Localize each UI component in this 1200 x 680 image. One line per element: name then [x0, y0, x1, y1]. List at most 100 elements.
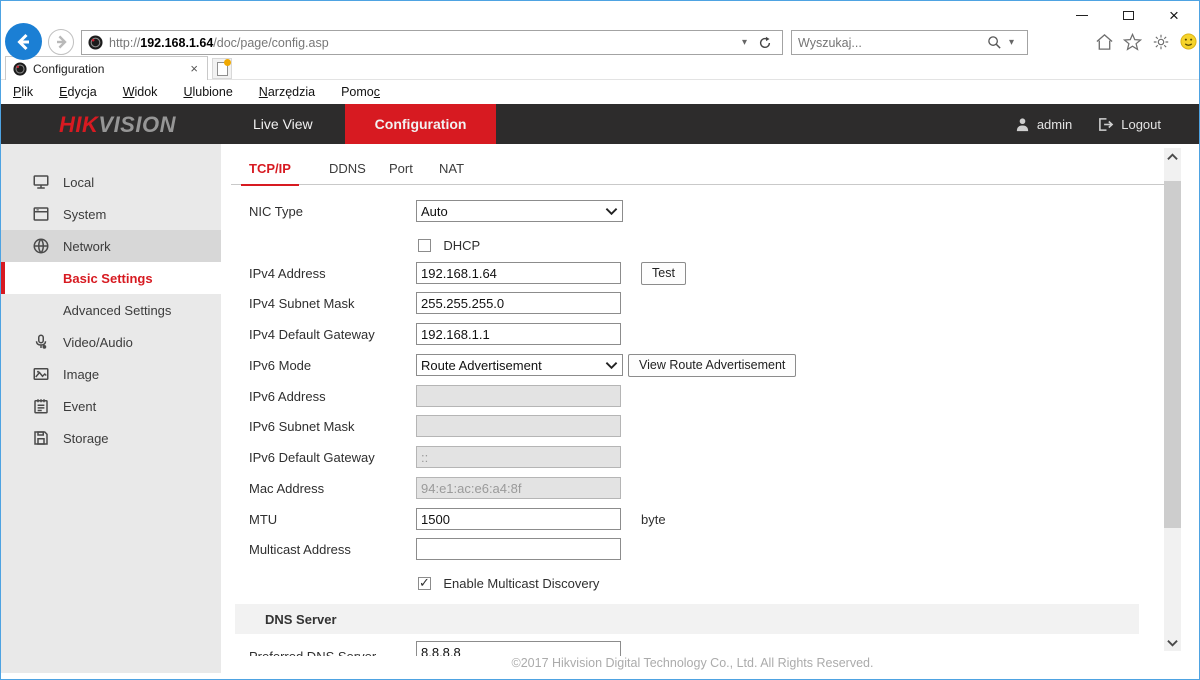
multicast-discovery-checkbox[interactable] [418, 577, 431, 590]
back-button[interactable] [5, 23, 42, 60]
menu-narzedzia[interactable]: Narzędzia [259, 85, 315, 99]
maximize-icon [1123, 11, 1134, 20]
feedback-button[interactable] [1179, 32, 1198, 51]
menu-plik[interactable]: Plik [13, 85, 33, 99]
sidebar-item-video-audio[interactable]: Video/Audio [1, 326, 221, 358]
sidebar-item-storage[interactable]: Storage [1, 422, 221, 454]
ipv4-address-input[interactable] [416, 262, 621, 284]
menu-widok[interactable]: Widok [123, 85, 158, 99]
settings-button[interactable] [1151, 32, 1170, 51]
menu-edycja[interactable]: Edycja [59, 85, 97, 99]
image-icon [31, 364, 51, 384]
forward-arrow-icon [53, 34, 69, 50]
row-multicast-discovery: Enable Multicast Discovery [221, 571, 1164, 595]
home-button[interactable] [1095, 32, 1114, 51]
ipv6-mode-select[interactable]: Route Advertisement [416, 354, 623, 376]
ipv6-gateway-input [416, 446, 621, 468]
gear-icon [1152, 33, 1170, 51]
nic-type-select[interactable]: Auto [416, 200, 623, 222]
row-ipv6-address: IPv6 Address [221, 384, 1164, 408]
multicast-input[interactable] [416, 538, 621, 560]
search-box[interactable]: ▾ [791, 30, 1028, 55]
back-arrow-icon [14, 32, 34, 52]
row-ipv4-gateway: IPv4 Default Gateway [221, 322, 1164, 346]
menu-ulubione[interactable]: Ulubione [183, 85, 232, 99]
star-icon [1123, 33, 1142, 51]
menu-pomoc[interactable]: Pomoc [341, 85, 380, 99]
scroll-down-button[interactable] [1164, 634, 1181, 651]
event-icon [31, 396, 51, 416]
refresh-button[interactable] [754, 36, 776, 50]
tab-port[interactable]: Port [381, 157, 421, 184]
close-icon: × [1169, 7, 1179, 24]
window-controls: × [1059, 1, 1197, 29]
sidebar-item-basic-settings[interactable]: Basic Settings [1, 262, 221, 294]
tab-title: Configuration [33, 62, 188, 76]
monitor-icon [31, 172, 51, 192]
ipv4-gateway-input[interactable] [416, 323, 621, 345]
preferred-dns-input[interactable] [416, 641, 621, 656]
row-ipv6-subnet: IPv6 Subnet Mask [221, 414, 1164, 438]
search-dropdown-caret-icon[interactable]: ▾ [1002, 37, 1021, 48]
mac-address-input [416, 477, 621, 499]
microphone-icon [31, 332, 51, 352]
ipv6-address-label: IPv6 Address [249, 389, 409, 404]
view-route-advertisement-button[interactable]: View Route Advertisement [628, 354, 796, 377]
minimize-button[interactable] [1059, 1, 1105, 29]
refresh-icon [758, 36, 772, 50]
page-scrollbar[interactable] [1164, 148, 1181, 651]
mtu-label: MTU [249, 512, 409, 527]
favorites-button[interactable] [1123, 32, 1142, 51]
user-name: admin [1037, 117, 1072, 132]
scroll-up-button[interactable] [1164, 148, 1181, 165]
sidebar-item-image[interactable]: Image [1, 358, 221, 390]
tab-ddns[interactable]: DDNS [321, 157, 374, 184]
tab-tcpip[interactable]: TCP/IP [241, 157, 299, 186]
url-dropdown-caret-icon[interactable]: ▾ [735, 37, 754, 48]
ipv4-subnet-input[interactable] [416, 292, 621, 314]
browser-toolbar [1095, 32, 1198, 51]
dhcp-checkbox[interactable] [418, 239, 431, 252]
logout-label: Logout [1121, 117, 1161, 132]
address-bar[interactable]: http://192.168.1.64/doc/page/config.asp … [81, 30, 783, 55]
home-icon [1095, 33, 1114, 51]
test-button[interactable]: Test [641, 262, 686, 285]
nav-live-view[interactable]: Live View [221, 104, 345, 144]
row-ipv6-gateway: IPv6 Default Gateway [221, 445, 1164, 469]
system-icon [31, 204, 51, 224]
nav-configuration[interactable]: Configuration [345, 104, 497, 144]
mac-address-label: Mac Address [249, 481, 409, 496]
sidebar-item-local[interactable]: Local [1, 166, 221, 198]
search-icon[interactable] [987, 35, 1002, 50]
mtu-unit: byte [641, 512, 666, 527]
logout-icon [1098, 117, 1114, 132]
header-right: admin Logout [1015, 104, 1161, 144]
close-button[interactable]: × [1151, 1, 1197, 29]
multicast-discovery-label: Enable Multicast Discovery [443, 576, 599, 591]
ipv6-mode-label: IPv6 Mode [249, 358, 409, 373]
minimize-icon [1076, 15, 1088, 16]
mtu-input[interactable] [416, 508, 621, 530]
sidebar: Local System Network Basic Settings Adva… [1, 144, 221, 673]
ipv6-address-input [416, 385, 621, 407]
browser-tab-configuration[interactable]: Configuration × [5, 56, 208, 80]
ipv4-address-label: IPv4 Address [249, 266, 409, 281]
row-multicast: Multicast Address [221, 537, 1164, 561]
user-icon [1015, 117, 1030, 132]
sidebar-item-network[interactable]: Network [1, 230, 221, 262]
scrollbar-thumb[interactable] [1164, 181, 1181, 528]
new-tab-button[interactable] [212, 58, 232, 79]
hikvision-logo: HIKVISION [59, 112, 176, 138]
maximize-button[interactable] [1105, 1, 1151, 29]
new-tab-icon [217, 62, 228, 76]
sidebar-item-system[interactable]: System [1, 198, 221, 230]
tab-nat[interactable]: NAT [431, 157, 472, 184]
tab-close-icon[interactable]: × [188, 61, 200, 76]
sidebar-item-event[interactable]: Event [1, 390, 221, 422]
search-input[interactable] [798, 36, 987, 50]
logout-button[interactable]: Logout [1098, 117, 1161, 132]
preferred-dns-label: Preferred DNS Server [249, 649, 409, 657]
sidebar-item-advanced-settings[interactable]: Advanced Settings [1, 294, 221, 326]
browser-tab-strip: Configuration × [1, 56, 1199, 80]
forward-button[interactable] [48, 29, 74, 55]
